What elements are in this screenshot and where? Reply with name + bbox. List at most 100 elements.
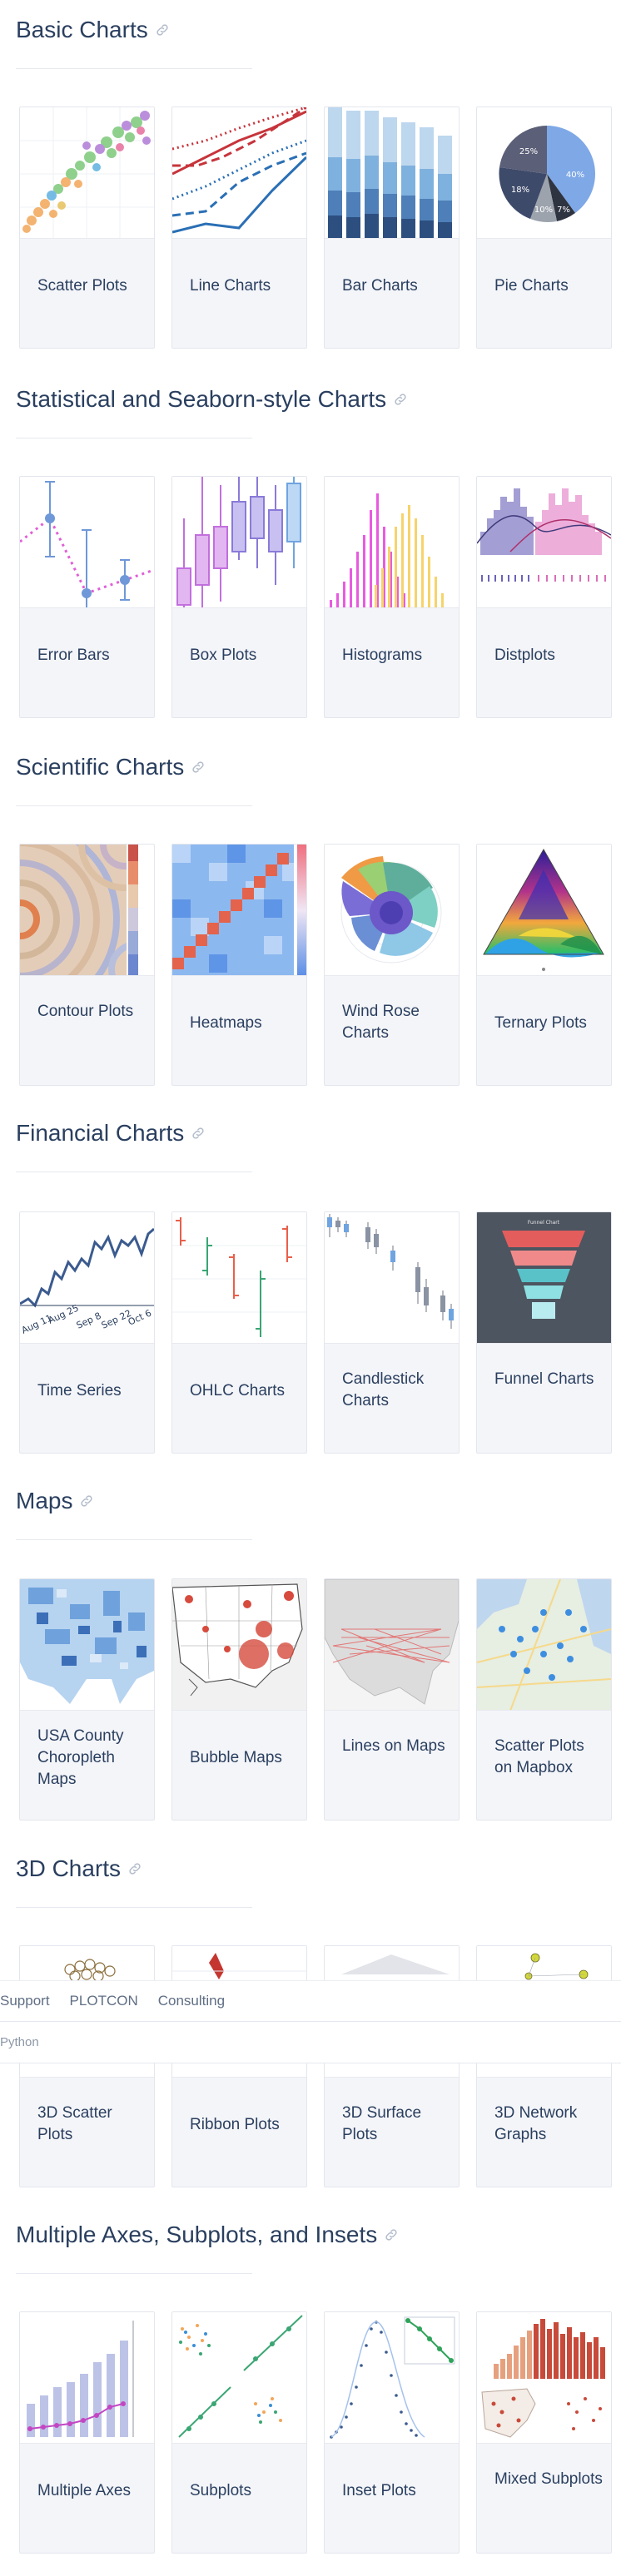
card-label: Candlestick Charts [342, 1370, 425, 1409]
top-navigation: Support PLOTCON Consulting [0, 1980, 621, 2022]
card-funnel-charts[interactable]: Funnel Chart Funnel Charts [476, 1211, 612, 1454]
wind-rose-thumbnail [340, 856, 442, 964]
error-bars-thumbnail [20, 481, 154, 607]
thumb-pie: 40% 25% 18% 10% 7% [477, 107, 611, 239]
card-label: Lines on Maps [342, 1737, 445, 1755]
card-label: 3D Network Graphs [494, 2104, 578, 2143]
card-ohlc-charts[interactable]: OHLC Charts [171, 1211, 307, 1454]
tick-label: Sep 8 [75, 1310, 103, 1331]
card-bubble-maps[interactable]: Bubble Maps [171, 1578, 307, 1821]
card-label: Ribbon Plots [190, 2116, 280, 2133]
card-label: Wind Rose Charts [342, 1003, 420, 1042]
thumb-mixed-subplots [477, 2312, 611, 2444]
funnel-thumbnail: Funnel Chart [477, 1212, 611, 1343]
card-label: 3D Scatter Plots [37, 2104, 112, 2143]
card-label: Line Charts [190, 277, 271, 295]
thumb-line [172, 107, 306, 239]
link-icon[interactable] [79, 1494, 94, 1508]
card-label: Multiple Axes [37, 2482, 131, 2499]
card-label: OHLC Charts [190, 1382, 286, 1399]
thumb-box-plots [172, 477, 306, 608]
card-usa-choropleth[interactable]: USA County Choropleth Maps [19, 1578, 155, 1821]
card-scatter-mapbox[interactable]: Scatter Plots on Mapbox [476, 1578, 612, 1821]
card-label: Heatmaps [190, 1014, 262, 1032]
card-label: Scatter Plots [37, 277, 127, 295]
pie-thumbnail: 40% 25% 18% 10% 7% [499, 126, 596, 223]
card-scatter-plots[interactable]: Scatter Plots [19, 107, 155, 349]
section-title: Financial Charts [16, 1120, 206, 1147]
nav-support[interactable]: Support [0, 1993, 50, 2009]
link-icon[interactable] [384, 2227, 399, 2242]
section-title: Statistical and Seaborn-style Charts [16, 386, 408, 413]
nav-consulting[interactable]: Consulting [158, 1993, 225, 2009]
link-icon[interactable] [191, 1126, 206, 1141]
thumb-lines-on-maps [325, 1579, 459, 1711]
pie-label: 40% [566, 171, 584, 180]
nav-plotcon[interactable]: PLOTCON [70, 1993, 138, 2009]
tick-label: Oct 6 [127, 1307, 153, 1327]
thumb-heatmaps [172, 845, 306, 976]
card-label: Box Plots [190, 646, 257, 664]
lines-on-maps-thumbnail [325, 1579, 459, 1710]
card-contour-plots[interactable]: Contour Plots [19, 844, 155, 1086]
subplots-thumbnail [178, 2315, 303, 2438]
pie-label: 7% [557, 206, 570, 215]
thumb-inset-plots [325, 2312, 459, 2444]
card-inset-plots[interactable]: Inset Plots [324, 2311, 460, 2554]
card-candlestick-charts[interactable]: Candlestick Charts [324, 1211, 460, 1454]
card-mixed-subplots[interactable]: Mixed Subplots [476, 2311, 612, 2554]
card-distplots[interactable]: Distplots [476, 476, 612, 718]
link-icon[interactable] [191, 760, 206, 775]
card-ternary-plots[interactable]: Ternary Plots [476, 844, 612, 1086]
card-multiple-axes[interactable]: Multiple Axes [19, 2311, 155, 2554]
card-histograms[interactable]: Histograms [324, 476, 460, 718]
pie-label: 18% [511, 186, 529, 195]
card-label: Time Series [37, 1382, 122, 1399]
link-icon[interactable] [393, 392, 408, 407]
card-lines-on-maps[interactable]: Lines on Maps [324, 1578, 460, 1821]
ohlc-thumbnail [172, 1217, 306, 1337]
section-title: Basic Charts [16, 17, 170, 43]
thumb-ternary [477, 845, 611, 976]
card-line-charts[interactable]: Line Charts [171, 107, 307, 349]
section-title: 3D Charts [16, 1855, 142, 1882]
choropleth-thumbnail [20, 1579, 154, 1704]
card-time-series[interactable]: Aug 11 Aug 25 Sep 8 Sep 22 Oct 6 Time Se… [19, 1211, 155, 1454]
thumb-scatter-mapbox [477, 1579, 611, 1711]
thumb-contour [20, 845, 154, 976]
card-error-bars[interactable]: Error Bars [19, 476, 155, 718]
thumb-choropleth [20, 1579, 154, 1711]
scatter-mapbox-thumbnail [477, 1579, 611, 1710]
link-icon[interactable] [127, 1861, 142, 1876]
card-subplots[interactable]: Subplots [171, 2311, 307, 2554]
thumb-histograms [325, 477, 459, 608]
link-icon[interactable] [155, 22, 170, 37]
card-pie-charts[interactable]: 40% 25% 18% 10% 7% Pie Charts [476, 107, 612, 349]
ternary-thumbnail [483, 848, 604, 971]
card-label: Mixed Subplots [494, 2470, 603, 2488]
section-divider [16, 1539, 252, 1540]
nav-python[interactable]: Python [0, 2035, 39, 2049]
card-label: Scatter Plots on Mapbox [494, 1737, 584, 1776]
card-label: USA County Choropleth Maps [37, 1727, 124, 1788]
thumb-funnel: Funnel Chart [477, 1212, 611, 1344]
card-bar-charts[interactable]: Bar Charts [324, 107, 460, 349]
card-box-plots[interactable]: Box Plots [171, 476, 307, 718]
card-label: Inset Plots [342, 2482, 416, 2499]
candlestick-thumbnail [327, 1214, 454, 1329]
card-wind-rose[interactable]: Wind Rose Charts [324, 844, 460, 1086]
thumb-scatter [20, 107, 154, 239]
mixed-subplots-thumbnail [481, 2319, 605, 2438]
card-label: Ternary Plots [494, 1014, 587, 1032]
section-divider [16, 2273, 252, 2274]
card-label: 3D Surface Plots [342, 2104, 422, 2143]
card-label: Histograms [342, 646, 423, 664]
section-divider [16, 1907, 252, 1908]
card-label: Bar Charts [342, 277, 418, 295]
card-label: Distplots [494, 646, 555, 664]
pie-label: 10% [534, 206, 553, 215]
thumb-bubble-maps [172, 1579, 306, 1711]
distplots-thumbnail [477, 488, 611, 582]
funnel-title: Funnel Chart [528, 1220, 560, 1226]
card-heatmaps[interactable]: Heatmaps [171, 844, 307, 1086]
